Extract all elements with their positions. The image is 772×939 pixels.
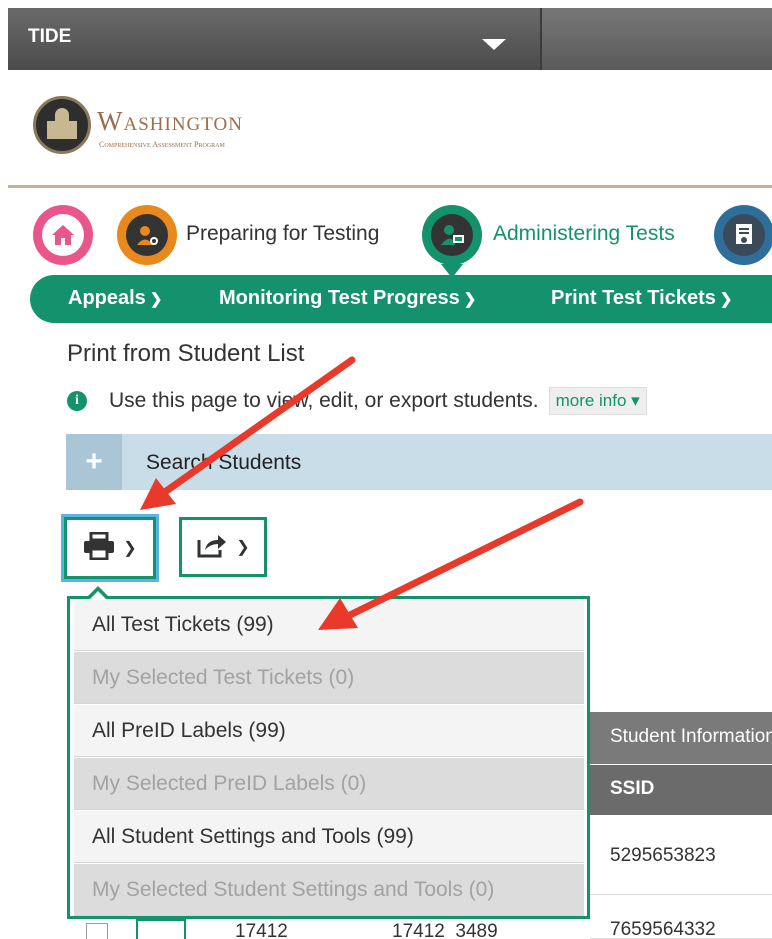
chevron-down-icon: ❯ <box>236 539 250 556</box>
menu-item-all-test-tickets[interactable]: All Test Tickets (99) <box>74 599 584 651</box>
table-cell-ssid: 7659564332 <box>590 917 772 939</box>
logo-subtitle: Comprehensive Assessment Program <box>99 140 225 149</box>
user-settings-icon <box>126 214 168 256</box>
search-students-label[interactable]: Search Students <box>146 451 301 475</box>
nav-print-label: Print Test Tickets <box>551 287 716 309</box>
menu-item-all-student-settings[interactable]: All Student Settings and Tools (99) <box>74 811 584 863</box>
top-bar: TIDE <box>8 8 772 70</box>
table-row: 17412 17412_3489 <box>80 919 590 939</box>
nav-print-test-tickets[interactable]: Print Test Tickets ❯ <box>551 287 732 310</box>
chevron-down-icon: ❯ <box>463 291 477 308</box>
print-menu-button[interactable]: ❯ <box>64 517 156 579</box>
export-menu-button[interactable]: ❯ <box>179 517 267 577</box>
user-computer-icon <box>431 214 473 256</box>
ssid-column-header[interactable]: SSID <box>590 765 772 815</box>
table-group-header: Student Information <box>590 712 772 764</box>
state-seal-icon <box>33 96 91 154</box>
more-info-button[interactable]: more info ▾ <box>548 387 647 415</box>
app-menu-caret-icon[interactable] <box>482 39 506 50</box>
menu-item-all-preid-labels[interactable]: All PreID Labels (99) <box>74 705 584 757</box>
app-name: TIDE <box>28 26 72 47</box>
search-students-panel[interactable]: + Search Students <box>66 434 772 490</box>
certificate-icon <box>723 214 765 256</box>
table-cell-ssid: 5295653823 <box>590 817 772 895</box>
main-nav-bar: Appeals ❯ Monitoring Test Progress ❯ Print… <box>30 275 772 323</box>
print-dropdown-menu: All Test Tickets (99) My Selected Test T… <box>67 586 590 919</box>
expand-plus-icon[interactable]: + <box>66 434 122 490</box>
menu-item-selected-preid-labels: My Selected PreID Labels (0) <box>74 758 584 810</box>
header-divider <box>8 185 772 188</box>
chevron-down-icon: ❯ <box>149 291 163 308</box>
reporting-step-button[interactable] <box>714 205 772 265</box>
info-text: Use this page to view, edit, or export s… <box>109 389 539 412</box>
page-title: Print from Student List <box>67 340 305 367</box>
table-cell: 17412_3489 <box>392 921 498 939</box>
home-step-button[interactable] <box>33 205 93 265</box>
administering-step-label[interactable]: Administering Tests <box>493 222 675 246</box>
menu-item-selected-test-tickets: My Selected Test Tickets (0) <box>74 652 584 704</box>
nav-appeals[interactable]: Appeals ❯ <box>68 287 162 310</box>
topbar-right-area <box>542 8 772 70</box>
administering-step-button[interactable] <box>422 205 482 278</box>
nav-monitoring-label: Monitoring Test Progress <box>219 287 460 309</box>
export-share-icon <box>196 532 228 563</box>
table-cell: 17412 <box>235 921 288 939</box>
chevron-down-icon: ❯ <box>123 540 137 557</box>
edit-pencil-icon[interactable] <box>136 919 186 939</box>
chevron-down-icon: ❯ <box>719 291 733 308</box>
menu-item-selected-student-settings: My Selected Student Settings and Tools (… <box>74 864 584 916</box>
printer-icon <box>83 531 115 565</box>
row-checkbox[interactable] <box>86 923 108 939</box>
home-icon <box>42 214 84 256</box>
nav-monitoring-test-progress[interactable]: Monitoring Test Progress ❯ <box>219 287 476 310</box>
preparing-step-button[interactable] <box>117 205 177 265</box>
info-icon: i <box>67 391 87 411</box>
preparing-step-label[interactable]: Preparing for Testing <box>186 222 379 246</box>
info-row: i Use this page to view, edit, or export… <box>67 387 647 415</box>
nav-appeals-label: Appeals <box>68 287 146 309</box>
logo-title: Washington <box>97 106 243 136</box>
